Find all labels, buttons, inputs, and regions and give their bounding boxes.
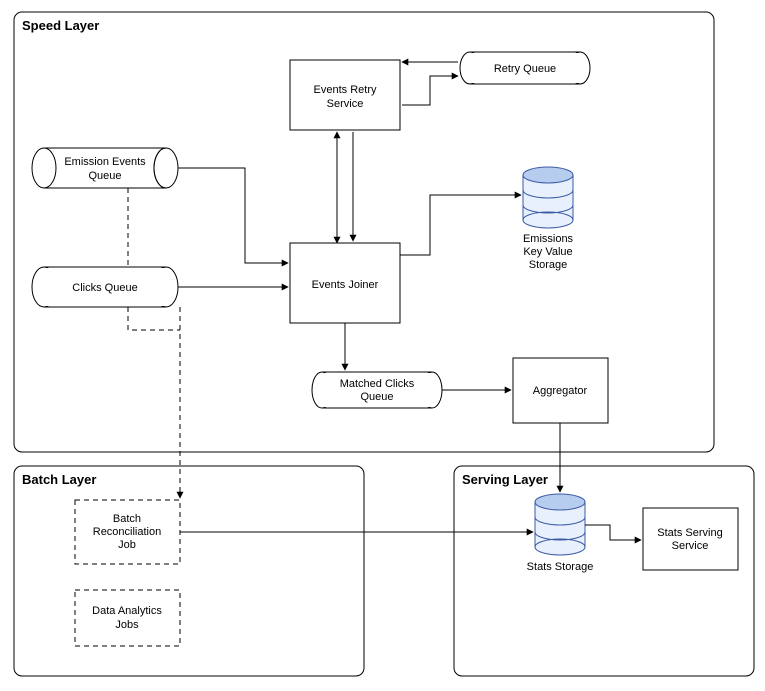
svg-text:Events Joiner: Events Joiner: [312, 279, 379, 291]
svg-text:Storage: Storage: [529, 259, 568, 271]
stats-serving-service: Stats Serving Service: [643, 508, 738, 570]
architecture-diagram: Speed Layer Emission Events Queue Clicks…: [0, 0, 765, 691]
svg-text:Jobs: Jobs: [115, 619, 139, 631]
svg-text:Emissions: Emissions: [523, 233, 574, 245]
matched-clicks-queue: Matched Clicks Queue: [312, 372, 442, 408]
events-retry-service: Events Retry Service: [290, 60, 400, 130]
svg-text:Batch: Batch: [113, 513, 141, 525]
svg-text:Data Analytics: Data Analytics: [92, 605, 162, 617]
emissions-kv-storage: Emissions Key Value Storage: [523, 167, 574, 271]
svg-text:Clicks Queue: Clicks Queue: [72, 282, 137, 294]
emission-events-queue: Emission Events Queue: [32, 148, 178, 188]
svg-text:Aggregator: Aggregator: [533, 385, 588, 397]
stats-storage: Stats Storage: [527, 494, 594, 573]
svg-text:Stats Storage: Stats Storage: [527, 561, 594, 573]
svg-text:Service: Service: [327, 98, 364, 110]
retry-queue: Retry Queue: [460, 52, 590, 84]
serving-layer-panel: [454, 466, 754, 676]
speed-layer-title: Speed Layer: [22, 18, 99, 33]
svg-text:Queue: Queue: [360, 391, 393, 403]
clicks-queue: Clicks Queue: [32, 267, 178, 307]
batch-layer-title: Batch Layer: [22, 472, 96, 487]
svg-text:Service: Service: [672, 540, 709, 552]
aggregator: Aggregator: [513, 358, 608, 423]
svg-text:Queue: Queue: [88, 170, 121, 182]
svg-text:Job: Job: [118, 539, 136, 551]
serving-layer-title: Serving Layer: [462, 472, 548, 487]
batch-layer-panel: [14, 466, 364, 676]
svg-text:Matched Clicks: Matched Clicks: [340, 378, 415, 390]
svg-text:Stats Serving: Stats Serving: [657, 527, 722, 539]
events-joiner: Events Joiner: [290, 243, 400, 323]
svg-text:Retry Queue: Retry Queue: [494, 63, 556, 75]
svg-text:Key Value: Key Value: [523, 246, 572, 258]
svg-text:Emission Events: Emission Events: [64, 156, 146, 168]
batch-reconciliation-job: Batch Reconciliation Job: [75, 500, 180, 564]
data-analytics-jobs: Data Analytics Jobs: [75, 590, 180, 646]
svg-text:Reconciliation: Reconciliation: [93, 526, 161, 538]
svg-text:Events Retry: Events Retry: [314, 84, 377, 96]
